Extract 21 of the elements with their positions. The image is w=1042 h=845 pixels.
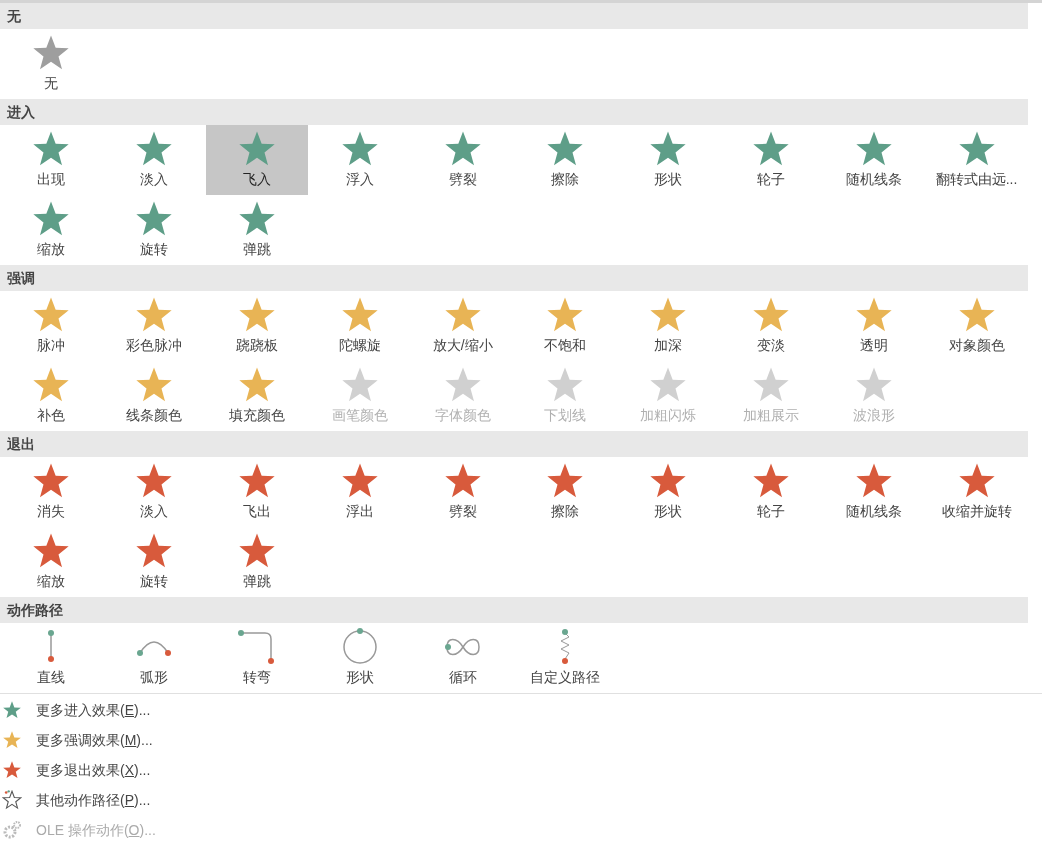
menu-item[interactable]: 更多退出效果(X)... [0, 755, 300, 785]
menu-item[interactable]: 其他动作路径(P)... [0, 785, 300, 815]
star-icon [2, 730, 22, 750]
straight-path-icon [48, 630, 55, 662]
turn-path-icon [238, 630, 274, 664]
menu-item[interactable]: 更多进入效果(E)... [0, 695, 300, 725]
gears-icon [2, 820, 22, 840]
loop-path-icon [444, 638, 480, 656]
section-header: 动作路径 [0, 597, 1028, 623]
star-icon [2, 760, 22, 780]
star-outline-icon [2, 790, 22, 810]
section-header: 无 [0, 3, 1028, 29]
section-header: 进入 [0, 99, 1028, 125]
menu-item[interactable]: 更多强调效果(M)... [0, 725, 300, 755]
circle-path-icon [343, 628, 377, 664]
zigzag-path-icon [560, 629, 570, 664]
animation-effect-item[interactable]: 飞入 [205, 125, 309, 195]
star-icon [2, 700, 22, 720]
arc-path-icon [137, 641, 172, 656]
section-header: 退出 [0, 431, 1028, 457]
section-header: 强调 [0, 265, 1028, 291]
